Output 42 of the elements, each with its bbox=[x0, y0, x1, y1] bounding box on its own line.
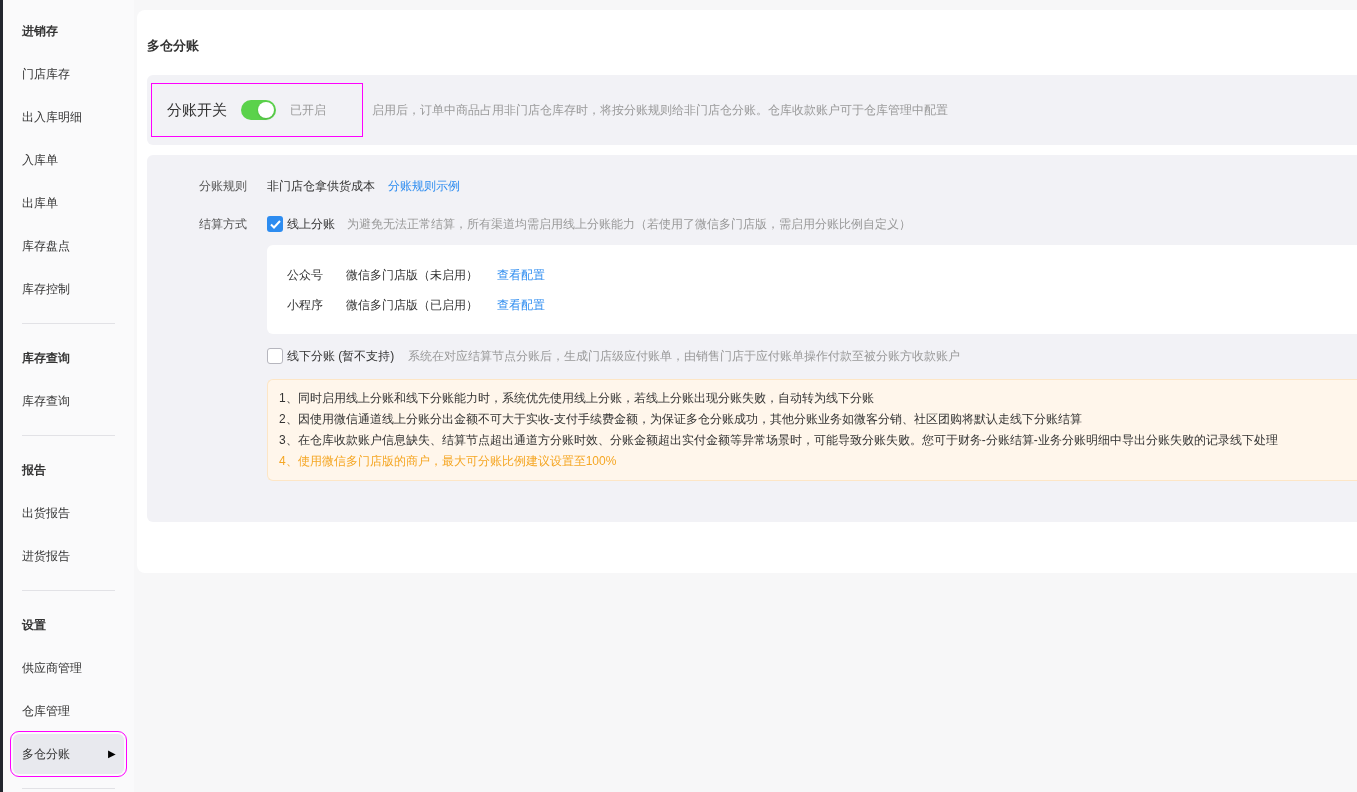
channel-name: 小程序 bbox=[287, 296, 324, 314]
notice-text: 4、使用微信多门店版的商户，最大可分账比例建议设置至100% bbox=[279, 453, 618, 470]
sidebar-item[interactable]: 供应商管理 bbox=[13, 647, 124, 688]
caret-icon: ▶ bbox=[108, 746, 116, 761]
checkmark-icon bbox=[269, 219, 281, 229]
toggle-switch[interactable] bbox=[241, 100, 276, 120]
checkbox-label: 线上分账 bbox=[287, 216, 335, 233]
channel-name: 公众号 bbox=[287, 266, 324, 284]
notice-text: 1、同时启用线上分账和线下分账能力时，系统优先使用线上分账，若线上分账出现分账失败，自动转为线下分账 bbox=[279, 390, 875, 407]
field-label: 分账规则 bbox=[198, 178, 247, 195]
page-title: 多仓分账 bbox=[147, 37, 200, 55]
sidebar-heading: 报告 bbox=[22, 461, 46, 479]
sidebar-item[interactable]: 出入库明细 bbox=[13, 96, 124, 137]
sidebar-item[interactable]: 进货报告 bbox=[13, 535, 124, 576]
checkbox[interactable] bbox=[267, 348, 283, 364]
switch-label: 分账开关 bbox=[167, 99, 227, 120]
view-config-link[interactable]: 查看配置 bbox=[497, 265, 545, 284]
switch-status: 已开启 bbox=[290, 102, 326, 119]
sidebar-heading: 库存查询 bbox=[22, 349, 70, 367]
sidebar-item[interactable]: 门店库存 bbox=[13, 53, 124, 94]
option-hint: 系统在对应结算节点分账后，生成门店级应付账单，由销售门店于应付账单操作付款至被分账方收款账户 bbox=[408, 348, 961, 365]
sidebar-item[interactable]: 库存查询 bbox=[13, 380, 124, 421]
notice-text: 3、在仓库收款账户信息缺失、结算节点超出通道方分账时效、分账金额超出实付金额等异常场景时，可能导致分账失败。您可于财务-分账结算-业务分账明细中导出分账失败的记录线下处理 bbox=[279, 432, 1279, 449]
rule-value: 非门店仓拿供货成本 bbox=[267, 178, 375, 195]
channel-status: 微信多门店版（已启用） bbox=[346, 296, 479, 314]
option-hint: 为避免无法正常结算，所有渠道均需启用线上分账能力（若使用了微信多门店版，需启用分账比例自定义） bbox=[347, 216, 911, 233]
sidebar-item[interactable]: 出货报告 bbox=[13, 492, 124, 533]
sidebar-item[interactable]: 仓库管理 bbox=[13, 690, 124, 731]
sidebar-heading: 设置 bbox=[22, 616, 46, 634]
checkbox-label: 线下分账 (暂不支持) bbox=[287, 348, 395, 365]
switch-description: 启用后，订单中商品占用非门店仓库存时，将按分账规则给非门店仓分账。仓库收款账户可于仓库管理中配置 bbox=[372, 102, 948, 119]
sidebar-item[interactable]: 库存盘点 bbox=[13, 225, 124, 266]
field-label: 结算方式 bbox=[198, 216, 247, 233]
sidebar-item[interactable]: 入库单 bbox=[13, 139, 124, 180]
view-config-link[interactable]: 查看配置 bbox=[497, 295, 545, 314]
checkbox[interactable] bbox=[267, 216, 283, 232]
channel-status: 微信多门店版（未启用） bbox=[346, 266, 479, 284]
notice-text: 2、因使用微信通道线上分账分出金额不可大于实收-支付手续费金额，为保证多仓分账成功，其他分账业务如微客分销、社区团购将默认走线下分账结算 bbox=[279, 411, 1083, 428]
sidebar-item[interactable]: 库存控制 bbox=[13, 268, 124, 309]
sidebar-heading: 进销存 bbox=[22, 22, 58, 40]
sidebar-item[interactable]: 多仓分账 ▶ bbox=[13, 733, 124, 774]
sidebar-item[interactable]: 出库单 bbox=[13, 182, 124, 223]
